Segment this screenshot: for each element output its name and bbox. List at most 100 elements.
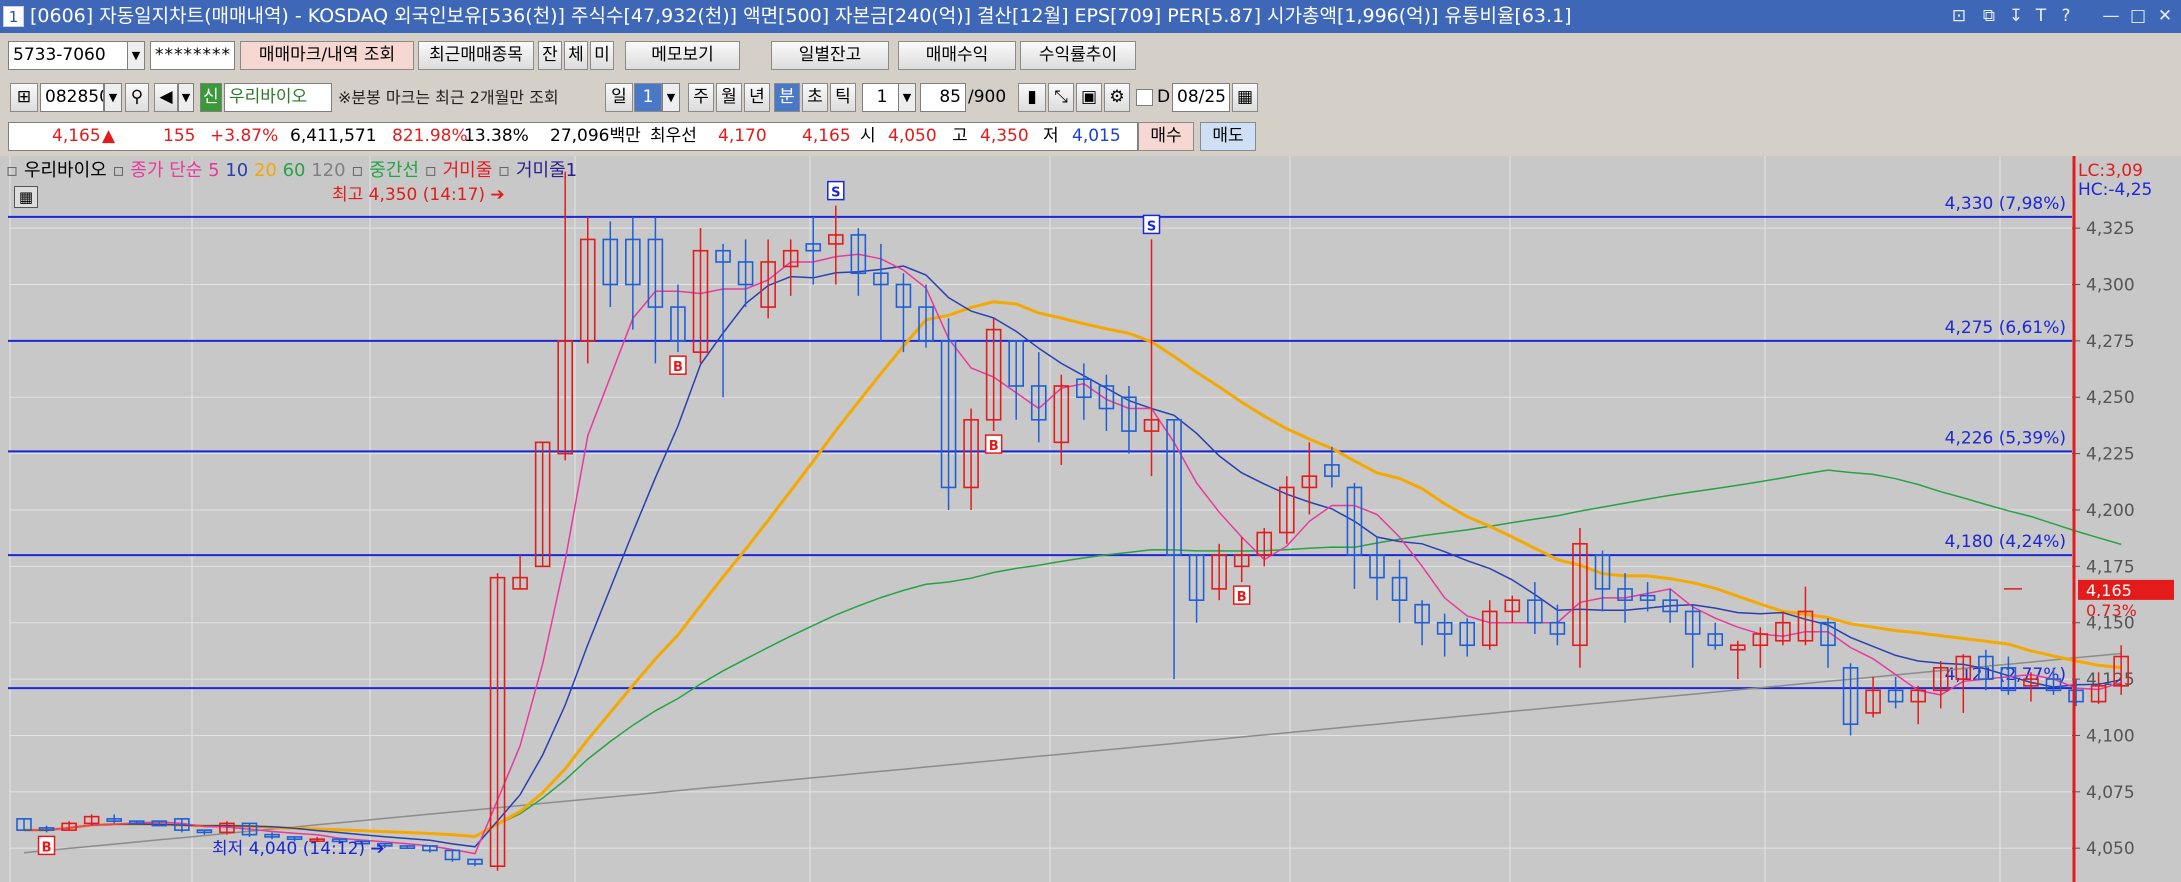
legend-box-icon: ▫ (424, 160, 437, 181)
buy-mark-label: B (42, 840, 52, 855)
volume-ratio: 821.98% (392, 126, 468, 146)
up-arrow-icon: ▲ (102, 126, 116, 146)
stock-name-field: 우리바이오 (224, 83, 332, 112)
calendar-icon[interactable]: ▦ (1232, 83, 1258, 112)
legend-ma60: 60 (282, 160, 306, 181)
password-input[interactable]: ******** (150, 41, 235, 70)
date-checkbox[interactable] (1136, 89, 1153, 106)
minute-mark-note: ※분봉 마크는 최근 2개월만 조회 (338, 88, 559, 107)
price-tick-label: 4,225 (2086, 445, 2135, 465)
low-price: 4,015 (1072, 126, 1121, 146)
account-dropdown-icon[interactable]: ▼ (127, 41, 145, 70)
stock-code-input[interactable]: 082850 (40, 83, 104, 112)
buy-mark-label: B (989, 439, 999, 454)
legend-ma10: 10 (225, 160, 249, 181)
ask-price: 4,170 (718, 126, 767, 146)
low-label: 저 (1043, 126, 1059, 146)
chart-settings-icon[interactable]: ⊞ (10, 83, 38, 112)
price-tick-label: 4,175 (2086, 557, 2135, 577)
close-icon[interactable]: ✕ (2154, 4, 2176, 28)
trade-profit-button[interactable]: 매매수익 (898, 41, 1016, 70)
return-trend-button[interactable]: 수익률추이 (1020, 41, 1136, 70)
speaker-icon[interactable]: ◀ (154, 83, 178, 112)
low-annotation: 최저 4,040 (14:12) ➔ (212, 839, 385, 859)
unfilled-tab[interactable]: 미 (590, 41, 614, 70)
legend-ma120: 120 (311, 160, 346, 181)
lc-label: LC:3,09 (2078, 161, 2143, 181)
pin-icon[interactable]: ↧ (2005, 4, 2027, 28)
search-icon[interactable]: ⚲ (125, 83, 149, 112)
gear-icon[interactable]: ⚙ (1104, 83, 1130, 112)
candle-count-total: /900 (968, 87, 1007, 107)
period-tick-button[interactable]: 틱 (830, 83, 856, 112)
trade-amount: 27,096백만 (550, 126, 641, 146)
bid-price: 4,165 (802, 126, 851, 146)
period-value-field[interactable]: 1 (634, 83, 662, 112)
restore-layout-icon[interactable]: ⊡ (1948, 4, 1970, 28)
buy-mark-label: B (1237, 590, 1247, 605)
price-tick-label: 4,250 (2086, 388, 2135, 408)
candlestick-chart[interactable]: 4,3254,3004,2754,2504,2254,2004,1754,150… (0, 156, 2181, 882)
legend-box-icon: ▫ (498, 160, 511, 181)
balance-tab[interactable]: 잔 (538, 41, 562, 70)
executed-tab[interactable]: 체 (564, 41, 588, 70)
minimize-icon[interactable]: — (2100, 4, 2122, 28)
open-label: 시 (860, 126, 876, 146)
period-year-button[interactable]: 년 (744, 83, 770, 112)
legend-box-icon: ▫ (351, 160, 364, 181)
legend-midline: 중간선 (369, 160, 419, 181)
speaker-dropdown-icon[interactable]: ▼ (178, 83, 194, 112)
ma20-line (24, 300, 2122, 839)
daily-balance-button[interactable]: 일별잔고 (771, 41, 889, 70)
period-dropdown-icon[interactable]: ▼ (662, 83, 680, 112)
price-tick-label: 4,325 (2086, 219, 2135, 239)
current-price-tag: 4,165 (2086, 581, 2132, 600)
volume: 6,411,571 (290, 126, 377, 146)
recent-trades-button[interactable]: 최근매매종목 (418, 41, 534, 70)
help-icon[interactable]: ? (2055, 4, 2077, 28)
reference-line-label: 4,330 (7,98%) (1945, 194, 2066, 214)
legend-ma-label: 종가 단순 (130, 160, 203, 181)
maximize-icon[interactable]: □ (2127, 4, 2149, 28)
period-second-button[interactable]: 초 (802, 83, 828, 112)
turnover-rate: 13.38% (464, 126, 529, 146)
period-minute-button[interactable]: 분 (774, 83, 800, 112)
legend-box-icon: ▫ (112, 160, 125, 181)
date-input[interactable]: 08/25 (1172, 83, 1230, 112)
candle-style-icon[interactable]: ▮ (1018, 83, 1046, 112)
text-icon[interactable]: T (2030, 4, 2052, 28)
legend-ma5: 5 (208, 160, 220, 181)
interval-input[interactable]: 1 (862, 83, 902, 112)
price-tick-label: 4,075 (2086, 783, 2135, 803)
legend-spider1: 거미줄1 (515, 160, 578, 181)
buy-mark-label: B (673, 360, 683, 375)
account-input[interactable]: 5733-7060 (8, 41, 128, 70)
chart-grid-icon[interactable]: ▦ (14, 186, 38, 208)
price-tick-label: 4,275 (2086, 332, 2135, 352)
trade-mark-query-button[interactable]: 매매마크/내역 조회 (240, 41, 414, 70)
candle-count-input[interactable]: 85 (920, 83, 966, 112)
period-day-button[interactable]: 일 (605, 83, 633, 112)
open-price: 4,050 (888, 126, 937, 146)
reference-line-label: 4,275 (6,61%) (1945, 318, 2066, 338)
draw-line-icon[interactable]: ⤡ (1048, 83, 1074, 112)
new-listing-badge: 신 (200, 83, 222, 112)
code-dropdown-icon[interactable]: ▼ (104, 83, 122, 112)
ma60-line (24, 469, 2122, 837)
price-tick-label: 4,050 (2086, 839, 2135, 859)
save-icon[interactable]: ▣ (1076, 83, 1102, 112)
interval-dropdown-icon[interactable]: ▼ (898, 83, 916, 112)
sell-button[interactable]: 매도 (1200, 122, 1256, 151)
high-price: 4,350 (980, 126, 1029, 146)
cascade-icon[interactable]: ⧉ (1978, 4, 2000, 28)
memo-button[interactable]: 메모보기 (625, 41, 740, 70)
period-week-button[interactable]: 주 (688, 83, 714, 112)
buy-button[interactable]: 매수 (1138, 122, 1194, 151)
high-annotation: 최고 4,350 (14:17) ➔ (332, 185, 505, 205)
current-pct-tag: 0.73% (2086, 601, 2137, 620)
chart-area[interactable]: 4,325 4,300 4,275 4,250 4,225 4,200 4,175 4,150… (0, 156, 2181, 882)
high-label: 고 (952, 126, 968, 146)
price-tick-label: 4,200 (2086, 501, 2135, 521)
change-percent: +3.87% (210, 126, 279, 146)
period-month-button[interactable]: 월 (716, 83, 742, 112)
